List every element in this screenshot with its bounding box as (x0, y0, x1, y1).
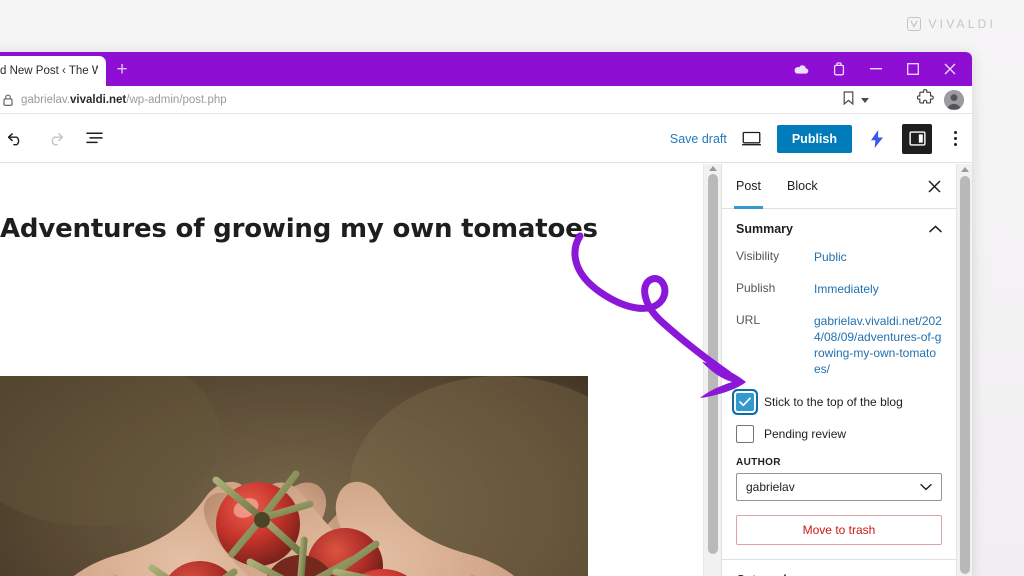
page-title[interactable]: Adventures of growing my own tomatoes (0, 164, 721, 244)
scrollbar-thumb[interactable] (708, 174, 718, 554)
settings-sidebar-toggle-button[interactable] (902, 123, 932, 154)
summary-panel: Summary Visibility Public Publish Immedi… (722, 209, 956, 560)
categories-panel: Categories (722, 560, 956, 576)
sticky-checkbox-row[interactable]: Stick to the top of the blog (736, 393, 942, 411)
pending-review-checkbox-row[interactable]: Pending review (736, 425, 942, 443)
scroll-up-arrow-icon[interactable] (961, 167, 969, 172)
tomatoes-in-hands-photo[interactable] (0, 376, 588, 576)
vivaldi-wordmark: VIVALDI (928, 17, 996, 31)
canvas-scrollbar[interactable] (703, 164, 721, 576)
publish-value[interactable]: Immediately (814, 281, 879, 297)
tab-strip: d New Post ‹ The Wande + (0, 52, 972, 86)
publish-row: Publish Immediately (736, 281, 942, 297)
url-text: gabrielav.vivaldi.net/wp-admin/post.php (21, 94, 227, 106)
sidebar-tabs: Post Block (722, 164, 956, 209)
address-bar-actions (843, 86, 964, 114)
author-select[interactable]: gabrielav (736, 473, 942, 501)
chevron-up-icon[interactable] (929, 225, 942, 233)
new-tab-button[interactable]: + (112, 60, 132, 81)
editor-toolbar-right: Save draft Publish (670, 114, 966, 163)
save-draft-button[interactable]: Save draft (670, 132, 727, 146)
settings-sidebar: Post Block Summary Visibility Public Pub… (721, 164, 956, 576)
close-icon[interactable] (925, 177, 944, 196)
chevron-down-icon (920, 480, 932, 494)
tab-post[interactable]: Post (733, 164, 764, 209)
sticky-checkbox[interactable] (736, 393, 754, 411)
publish-label: Publish (736, 281, 776, 295)
move-to-trash-button[interactable]: Move to trash (736, 515, 942, 545)
url-value[interactable]: gabrielav.vivaldi.net/2024/08/09/adventu… (814, 313, 942, 377)
vivaldi-brand: VIVALDI (907, 17, 996, 31)
author-select-value: gabrielav (746, 480, 795, 494)
post-canvas: Adventures of growing my own tomatoes (0, 164, 721, 576)
summary-panel-header[interactable]: Summary (736, 209, 942, 249)
extensions-puzzle-icon[interactable] (916, 88, 934, 111)
scrollbar-thumb[interactable] (960, 176, 970, 574)
profile-avatar[interactable] (944, 90, 964, 110)
sticky-checkbox-label: Stick to the top of the blog (764, 395, 903, 409)
kebab-menu-icon[interactable] (944, 131, 966, 146)
jetpack-lightning-icon[interactable] (864, 126, 890, 152)
screenshot-root: VIVALDI d New Post ‹ The Wande + (0, 0, 1024, 576)
minimize-icon[interactable] (857, 52, 894, 86)
pending-review-checkbox-label: Pending review (764, 427, 847, 441)
editor-toolbar-left (0, 125, 108, 151)
url-path: /wp-admin/post.php (126, 93, 227, 106)
author-field-label: AUTHOR (736, 457, 781, 468)
scroll-up-arrow-icon[interactable] (709, 166, 717, 171)
chevron-down-icon[interactable] (861, 97, 869, 103)
url-row: URL gabrielav.vivaldi.net/2024/08/09/adv… (736, 313, 942, 377)
bookmark-icon[interactable] (843, 90, 854, 110)
bookmark-group[interactable] (843, 90, 869, 110)
document-overview-icon[interactable] (82, 125, 108, 151)
cloud-sync-icon[interactable] (783, 52, 820, 86)
editor-toolbar: Save draft Publish (0, 114, 972, 163)
url-label: URL (736, 313, 761, 327)
url-prefix: gabrielav. (21, 93, 71, 106)
maximize-icon[interactable] (894, 52, 931, 86)
redo-icon[interactable] (42, 125, 68, 151)
tab-title: d New Post ‹ The Wande (0, 65, 98, 77)
padlock-icon (0, 93, 16, 106)
publish-button[interactable]: Publish (776, 124, 852, 153)
close-icon[interactable] (931, 52, 968, 86)
window-controls (783, 52, 968, 86)
visibility-row: Visibility Public (736, 249, 942, 265)
tab-block[interactable]: Block (787, 164, 818, 209)
browser-window: d New Post ‹ The Wande + (0, 52, 972, 576)
preview-desktop-icon[interactable] (739, 126, 765, 152)
visibility-value[interactable]: Public (814, 249, 847, 265)
summary-title: Summary (736, 222, 793, 236)
pending-review-checkbox[interactable] (736, 425, 754, 443)
categories-panel-header[interactable]: Categories (736, 560, 942, 576)
trash-icon[interactable] (820, 52, 857, 86)
visibility-label: Visibility (736, 249, 780, 263)
vivaldi-shield-icon (907, 17, 922, 31)
url-domain: vivaldi.net (70, 93, 127, 106)
browser-tab-active[interactable]: d New Post ‹ The Wande (0, 56, 106, 86)
sidebar-scrollbar[interactable] (956, 164, 972, 576)
undo-icon[interactable] (2, 125, 28, 151)
address-bar[interactable]: gabrielav.vivaldi.net/wp-admin/post.php (0, 86, 972, 114)
wordpress-editor: Save draft Publish Adventures of growing… (0, 114, 972, 576)
